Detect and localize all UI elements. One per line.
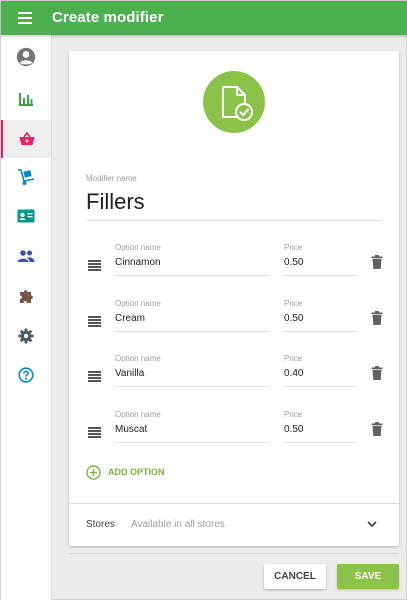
id-card-icon	[17, 209, 35, 223]
document-check-icon	[222, 86, 253, 121]
people-icon	[17, 250, 35, 262]
trash-icon[interactable]	[371, 366, 383, 380]
modifier-avatar	[203, 71, 265, 133]
sidebar-item-settings[interactable]	[1, 317, 51, 355]
sidebar-item-customers[interactable]	[1, 237, 51, 275]
puzzle-icon	[20, 290, 33, 303]
price-label: Price	[284, 299, 303, 308]
cancel-button[interactable]: CANCEL	[264, 564, 326, 589]
price-label: Price	[284, 354, 303, 363]
option-name-label: Option name	[115, 354, 161, 363]
basket-icon	[19, 132, 35, 145]
modifier-name-label: Modifier name	[86, 174, 137, 183]
trash-icon[interactable]	[371, 422, 383, 436]
sidebar-item-integrations[interactable]	[1, 277, 51, 315]
sidebar-item-employees[interactable]	[1, 197, 51, 235]
option-row: Option name Cinnamon Price 0.50	[69, 243, 399, 283]
hamburger-menu-icon[interactable]	[18, 12, 32, 24]
top-app-bar: Create modifier	[1, 1, 407, 35]
option-row: Option name Cream Price 0.50	[69, 299, 399, 339]
price-input[interactable]: 0.40	[284, 366, 356, 387]
add-option-label: ADD OPTION	[108, 467, 165, 477]
stores-value: Available in all stores	[131, 519, 225, 530]
sidebar-item-help[interactable]	[1, 356, 51, 394]
modifier-form-card: Modifier name Fillers Option name Cinnam…	[69, 51, 399, 546]
stores-label: Stores	[86, 519, 115, 530]
option-name-input[interactable]: Muscat	[115, 422, 269, 443]
app-frame: Create modifier Modifier name Fillers Op…	[0, 0, 407, 600]
chevron-down-icon	[367, 521, 377, 528]
option-name-label: Option name	[115, 410, 161, 419]
option-row: Option name Muscat Price 0.50	[69, 410, 399, 450]
add-circle-icon	[86, 464, 101, 480]
price-input[interactable]: 0.50	[284, 311, 356, 332]
sidebar-item-reports[interactable]	[1, 80, 51, 118]
drag-handle-icon[interactable]	[88, 316, 101, 327]
sidebar-item-inventory[interactable]	[1, 158, 51, 196]
price-input[interactable]: 0.50	[284, 422, 356, 443]
modifier-name-input[interactable]: Fillers	[86, 189, 382, 221]
save-button[interactable]: SAVE	[337, 564, 399, 589]
option-name-input[interactable]: Cream	[115, 311, 269, 332]
option-name-input[interactable]: Cinnamon	[115, 255, 269, 276]
add-option-button[interactable]: ADD OPTION	[86, 464, 165, 480]
price-label: Price	[284, 410, 303, 419]
gear-icon	[18, 328, 34, 344]
page-title: Create modifier	[52, 9, 164, 26]
trash-icon[interactable]	[371, 255, 383, 269]
stores-dropdown[interactable]: Stores Available in all stores	[69, 503, 399, 546]
account-circle-icon	[16, 47, 36, 67]
sidebar-item-items[interactable]	[1, 120, 51, 158]
drag-handle-icon[interactable]	[88, 260, 101, 271]
option-row: Option name Vanilla Price 0.40	[69, 354, 399, 394]
option-name-label: Option name	[115, 299, 161, 308]
option-name-label: Option name	[115, 243, 161, 252]
footer-divider	[69, 553, 399, 554]
option-name-input[interactable]: Vanilla	[115, 366, 269, 387]
drag-handle-icon[interactable]	[88, 371, 101, 382]
trash-icon[interactable]	[371, 311, 383, 325]
help-icon	[18, 367, 34, 383]
dolly-icon	[18, 169, 35, 185]
bar-chart-icon	[19, 93, 33, 106]
price-input[interactable]: 0.50	[284, 255, 356, 276]
drag-handle-icon[interactable]	[88, 427, 101, 438]
sidebar-item-account[interactable]	[1, 38, 51, 76]
price-label: Price	[284, 243, 303, 252]
sidebar	[1, 35, 52, 600]
